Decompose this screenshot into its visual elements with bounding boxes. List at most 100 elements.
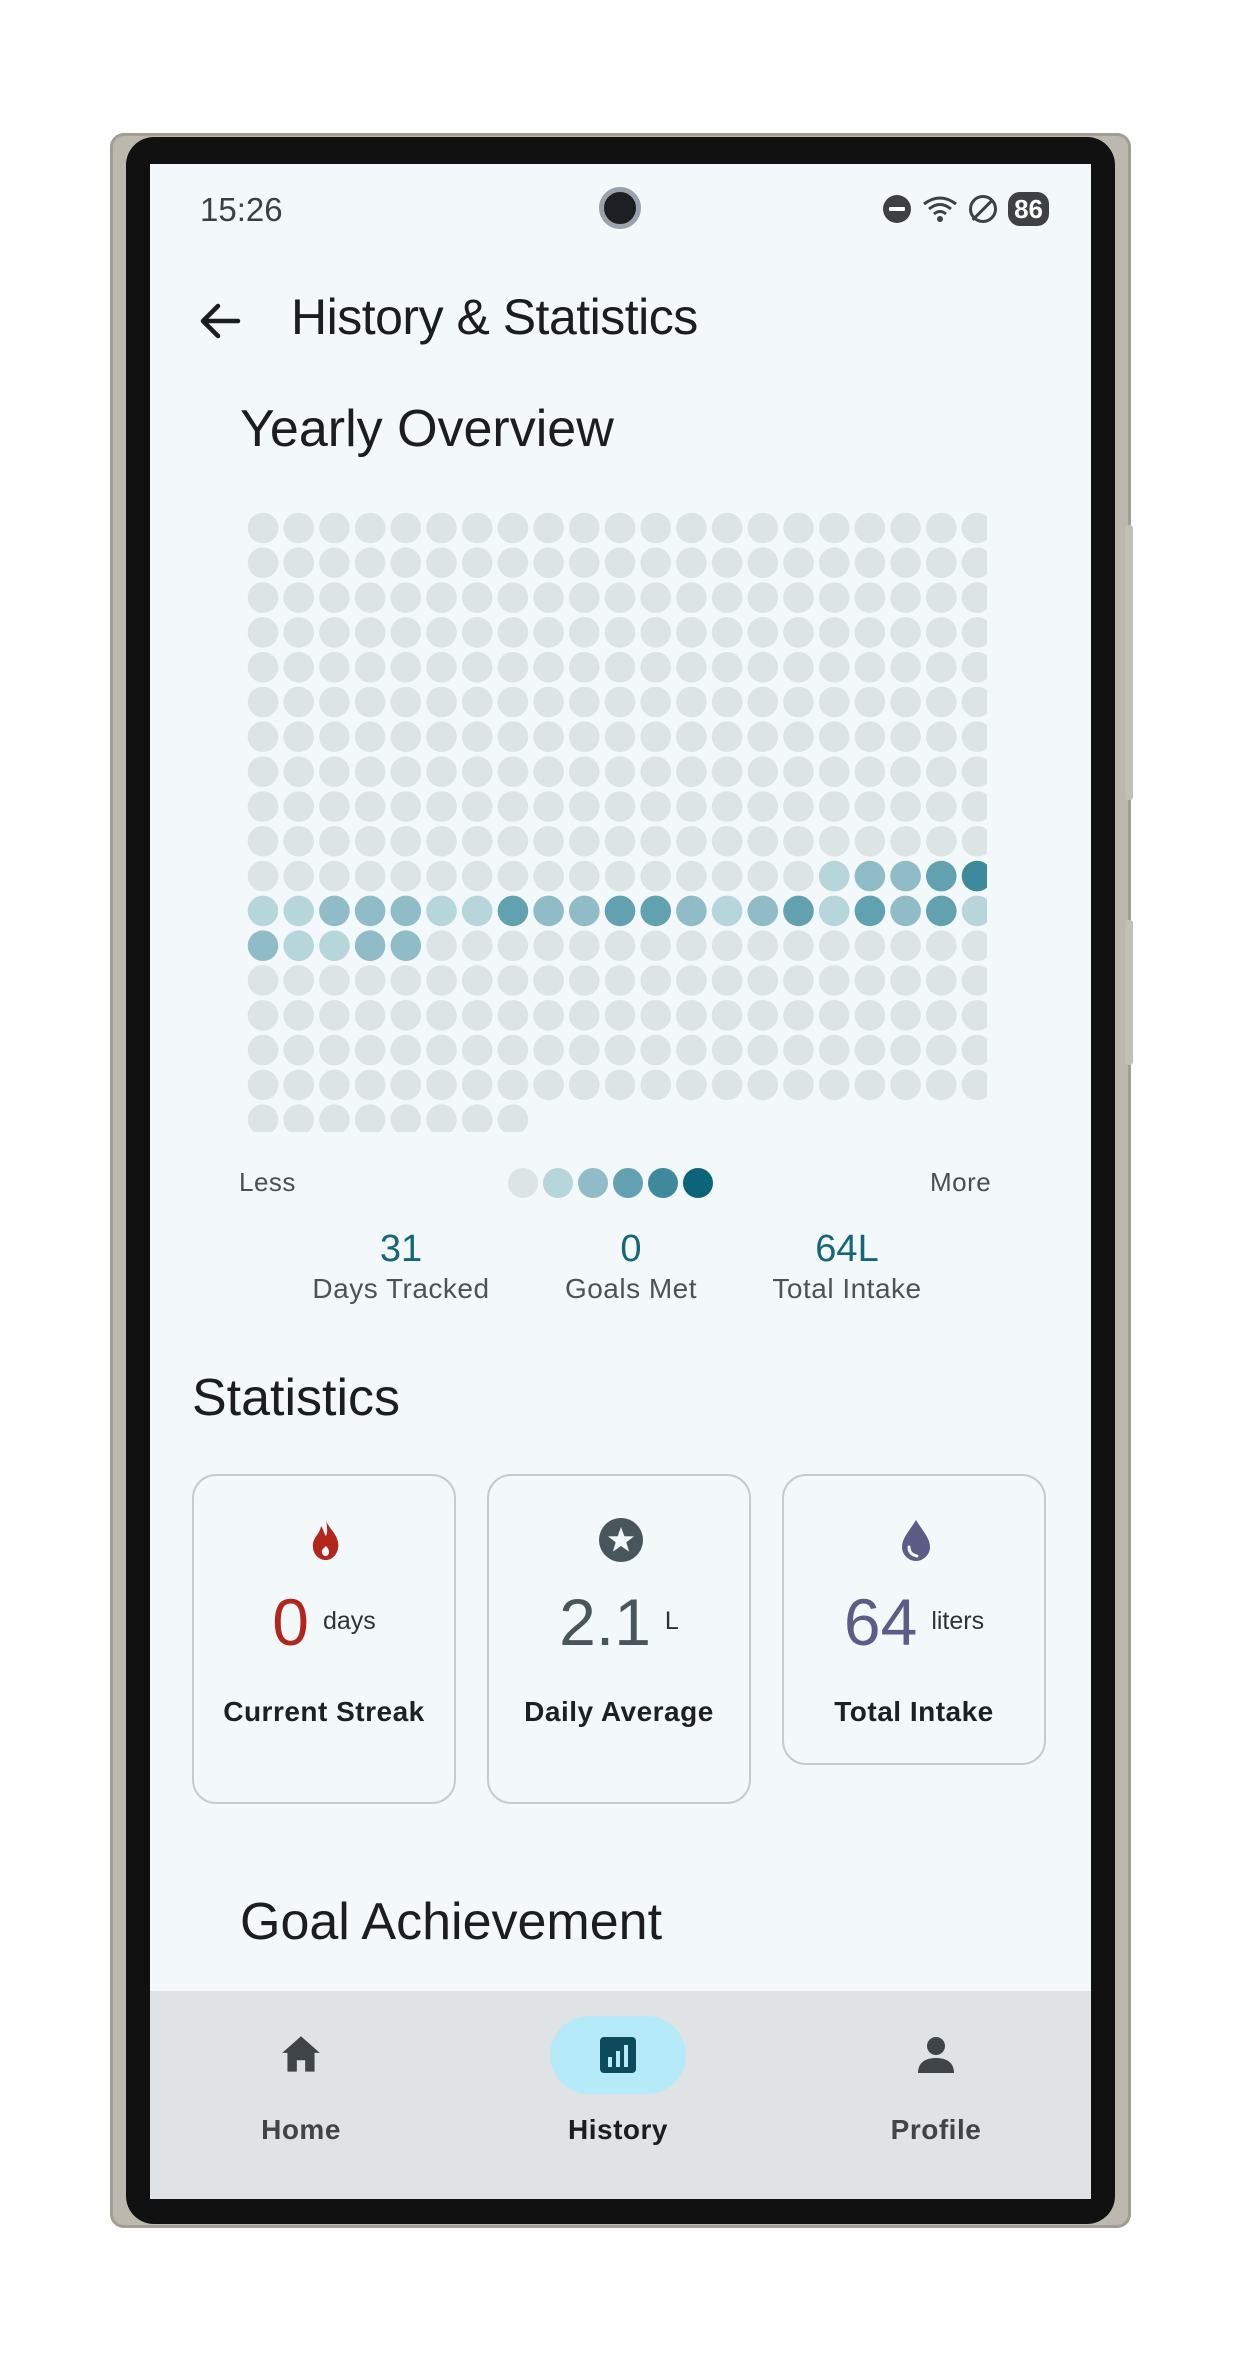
day-cell[interactable] [783,617,814,648]
day-cell[interactable] [569,686,600,718]
day-cell[interactable] [747,791,779,822]
day-cell[interactable] [569,582,600,613]
day-cell[interactable] [676,895,707,927]
day-cell[interactable] [497,791,529,822]
day-cell[interactable] [926,965,957,996]
day-cell[interactable] [818,930,850,961]
day-cell[interactable] [854,686,886,718]
day-cell[interactable] [569,721,600,753]
day-cell[interactable] [319,1069,350,1101]
day-cell[interactable] [961,512,987,544]
day-cell[interactable] [569,512,600,544]
day-cell[interactable] [497,860,529,892]
day-cell[interactable] [747,686,779,718]
day-cell[interactable] [890,965,921,996]
day-cell[interactable] [354,512,386,544]
day-cell[interactable] [961,860,987,892]
day-cell[interactable] [390,721,422,753]
day-cell[interactable] [319,721,350,753]
day-cell[interactable] [711,547,743,579]
day-cell[interactable] [497,965,529,996]
day-cell[interactable] [783,826,814,857]
day-cell[interactable] [926,721,957,753]
day-cell[interactable] [818,582,850,613]
day-cell[interactable] [747,756,779,787]
day-cell[interactable] [783,651,814,683]
day-cell[interactable] [426,1034,457,1066]
day-cell[interactable] [319,1104,350,1132]
day-cell[interactable] [426,965,457,996]
day-cell[interactable] [711,1000,743,1031]
day-cell[interactable] [354,721,386,753]
day-cell[interactable] [319,791,350,822]
day-cell[interactable] [283,686,314,718]
day-cell[interactable] [890,791,921,822]
daily-average-card[interactable]: 2.1 L Daily Average [487,1474,751,1804]
day-cell[interactable] [711,791,743,822]
day-cell[interactable] [283,1069,314,1101]
day-cell[interactable] [319,1000,350,1031]
day-cell[interactable] [426,1000,457,1031]
day-cell[interactable] [319,895,350,927]
day-cell[interactable] [783,965,814,996]
day-cell[interactable] [461,651,493,683]
day-cell[interactable] [354,617,386,648]
day-cell[interactable] [497,582,529,613]
day-cell[interactable] [426,1104,457,1132]
day-cell[interactable] [711,860,743,892]
day-cell[interactable] [890,1034,921,1066]
day-cell[interactable] [604,930,636,961]
day-cell[interactable] [711,651,743,683]
day-cell[interactable] [319,547,350,579]
day-cell[interactable] [247,582,279,613]
day-cell[interactable] [497,1069,529,1101]
day-cell[interactable] [497,721,529,753]
day-cell[interactable] [640,756,671,787]
day-cell[interactable] [247,895,279,927]
day-cell[interactable] [354,930,386,961]
day-cell[interactable] [747,826,779,857]
day-cell[interactable] [854,547,886,579]
day-cell[interactable] [604,826,636,857]
day-cell[interactable] [569,1034,600,1066]
day-cell[interactable] [533,895,564,927]
day-cell[interactable] [926,617,957,648]
day-cell[interactable] [319,965,350,996]
day-cell[interactable] [247,512,279,544]
day-cell[interactable] [961,1000,987,1031]
day-cell[interactable] [390,512,422,544]
day-cell[interactable] [640,930,671,961]
day-cell[interactable] [283,895,314,927]
day-cell[interactable] [604,1034,636,1066]
day-cell[interactable] [461,1000,493,1031]
day-cell[interactable] [890,547,921,579]
day-cell[interactable] [640,617,671,648]
day-cell[interactable] [961,791,987,822]
day-cell[interactable] [818,1000,850,1031]
day-cell[interactable] [854,1034,886,1066]
day-cell[interactable] [283,651,314,683]
day-cell[interactable] [497,547,529,579]
day-cell[interactable] [533,582,564,613]
day-cell[interactable] [426,895,457,927]
day-cell[interactable] [783,756,814,787]
day-cell[interactable] [818,1069,850,1101]
day-cell[interactable] [640,512,671,544]
day-cell[interactable] [390,1034,422,1066]
day-cell[interactable] [247,1069,279,1101]
day-cell[interactable] [354,965,386,996]
day-cell[interactable] [854,791,886,822]
day-cell[interactable] [426,860,457,892]
day-cell[interactable] [926,512,957,544]
day-cell[interactable] [283,791,314,822]
day-cell[interactable] [890,895,921,927]
day-cell[interactable] [640,686,671,718]
day-cell[interactable] [604,547,636,579]
day-cell[interactable] [533,756,564,787]
day-cell[interactable] [604,791,636,822]
day-cell[interactable] [854,1069,886,1101]
day-cell[interactable] [426,721,457,753]
total-intake-card[interactable]: 64 liters Total Intake [782,1474,1046,1765]
day-cell[interactable] [783,791,814,822]
day-cell[interactable] [818,721,850,753]
